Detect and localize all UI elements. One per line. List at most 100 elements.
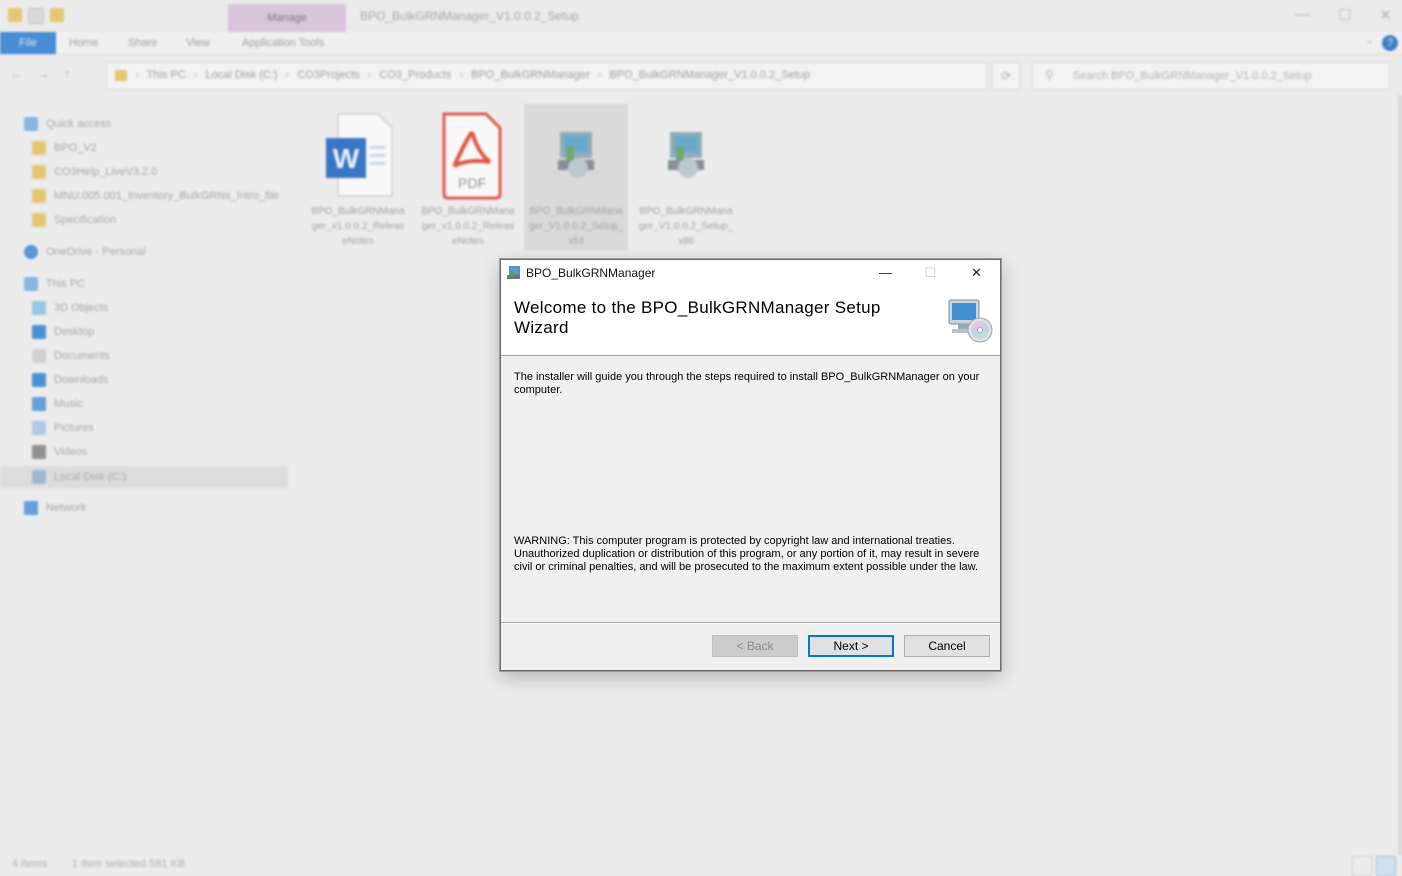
folder-icon <box>32 141 46 155</box>
svg-text:PDF: PDF <box>458 175 486 191</box>
sidebar-item-network[interactable]: Network <box>24 498 86 518</box>
explorer-titlebar: Manage BPO_BulkGRNManager_V1.0.0.2_Setup… <box>0 0 1402 32</box>
sidebar-item-videos[interactable]: Videos <box>32 442 87 462</box>
file-name: BPO_BulkGRNManager_V1.0.0.2_Setup_x64 <box>528 206 624 247</box>
breadcrumb: › This PC › Local Disk (C:) › CO3Projects ›… <box>115 69 810 81</box>
sidebar-item-3d-objects[interactable]: 3D Objects <box>32 298 108 318</box>
breadcrumb-co3-products[interactable]: CO3_Products <box>379 69 451 81</box>
cube-icon <box>32 301 46 315</box>
download-arrow-icon <box>32 373 46 387</box>
minimize-button[interactable]: — <box>863 260 908 286</box>
file-item[interactable]: W BPO_BulkGRNManager_v1.0.0.2_ReleaseNot… <box>306 104 410 250</box>
navigation-buttons: ← → ↑ <box>10 66 71 81</box>
computer-cd-icon <box>948 299 993 343</box>
selection-status: 1 item selected 581 KB <box>72 858 186 870</box>
tab-share[interactable]: Share <box>128 32 157 54</box>
sidebar-item-bpo-v2[interactable]: BPO_V2 <box>32 138 97 158</box>
folder-icon <box>32 189 46 203</box>
sidebar-item-music[interactable]: Music <box>32 394 83 414</box>
refresh-icon[interactable]: ⟳ <box>992 62 1020 90</box>
search-placeholder: Search BPO_BulkGRNManager_V1.0.0.2_Setup <box>1073 70 1312 82</box>
sidebar-item-desktop[interactable]: Desktop <box>32 322 94 342</box>
sidebar-item-local-disk[interactable]: Local Disk (C:) <box>0 466 288 488</box>
chevron-down-icon[interactable]: ⌄ <box>1366 35 1374 46</box>
manage-tab[interactable]: Manage <box>228 4 346 32</box>
properties-icon[interactable] <box>28 8 44 24</box>
tab-view[interactable]: View <box>186 32 210 54</box>
sidebar-item-pictures[interactable]: Pictures <box>32 418 94 438</box>
search-icon: ⚲ <box>1045 68 1054 82</box>
pdf-icon: PDF <box>442 112 502 200</box>
maximize-button: ☐ <box>924 265 937 280</box>
large-icons-view-icon[interactable] <box>1376 856 1396 876</box>
item-count: 4 items <box>12 858 48 870</box>
folder-icon <box>32 213 46 227</box>
file-name: BPO_BulkGRNManager_v1.0.0.2_ReleaseNotes <box>421 206 515 247</box>
address-bar[interactable]: › This PC › Local Disk (C:) › CO3Projects ›… <box>106 62 988 90</box>
wizard-heading: Welcome to the BPO_BulkGRNManager Setup … <box>514 298 881 337</box>
dialog-divider <box>501 622 1000 624</box>
breadcrumb-co3projects[interactable]: CO3Projects <box>297 69 359 81</box>
sidebar-item-onedrive[interactable]: OneDrive - Personal <box>24 242 146 262</box>
sidebar-item-specification[interactable]: Specification <box>32 210 116 230</box>
drive-icon <box>32 470 46 484</box>
back-arrow-icon[interactable]: ← <box>10 66 23 81</box>
breadcrumb-bulkgrnmanager[interactable]: BPO_BulkGRNManager <box>471 69 590 81</box>
close-button[interactable]: ✕ <box>954 260 999 286</box>
new-folder-icon[interactable] <box>50 8 64 22</box>
tab-home[interactable]: Home <box>69 32 98 54</box>
folder-icon[interactable] <box>8 8 22 22</box>
music-note-icon <box>32 397 46 411</box>
tab-file[interactable]: File <box>0 32 56 54</box>
sidebar-item-co3help[interactable]: CO3Help_LiveV3.2.0 <box>32 162 157 182</box>
next-button[interactable]: Next > <box>808 635 894 657</box>
desktop-icon <box>32 325 46 339</box>
intro-text: The installer will guide you through the… <box>514 371 980 396</box>
sidebar-item-downloads[interactable]: Downloads <box>32 370 108 390</box>
sidebar-item-this-pc[interactable]: This PC <box>24 274 85 294</box>
up-arrow-icon[interactable]: ↑ <box>64 66 71 81</box>
close-icon[interactable]: ✕ <box>1379 6 1392 24</box>
cloud-icon <box>24 245 38 259</box>
sidebar-item-documents[interactable]: Documents <box>32 346 110 366</box>
vertical-scrollbar[interactable] <box>1398 95 1402 855</box>
star-icon <box>24 117 38 131</box>
documents-icon <box>32 349 46 363</box>
help-icon[interactable]: ? <box>1382 35 1398 51</box>
file-item-selected[interactable]: BPO_BulkGRNManager_V1.0.0.2_Setup_x64 <box>524 104 628 250</box>
file-name: BPO_BulkGRNManager_V1.0.0.2_Setup_x86 <box>638 206 734 247</box>
forward-arrow-icon[interactable]: → <box>37 66 50 81</box>
sidebar-item-quick-access[interactable]: Quick access <box>24 114 111 134</box>
address-row: ← → ↑ › This PC › Local Disk (C:) › CO3Pro… <box>0 58 1402 92</box>
word-doc-icon: W <box>326 113 393 197</box>
window-title: BPO_BulkGRNManager_V1.0.0.2_Setup <box>360 9 579 23</box>
folder-icon <box>32 165 46 179</box>
search-input[interactable]: ⚲ Search BPO_BulkGRNManager_V1.0.0.2_Set… <box>1032 62 1390 90</box>
installer-app-icon <box>507 266 520 279</box>
window-controls: — ☐ ✕ <box>1295 6 1392 24</box>
folder-icon <box>115 70 127 81</box>
dialog-titlebar[interactable]: BPO_BulkGRNManager — ☐ ✕ <box>501 260 1000 286</box>
breadcrumb-local-disk[interactable]: Local Disk (C:) <box>205 69 277 81</box>
quick-access-toolbar <box>8 8 64 24</box>
tab-application-tools[interactable]: Application Tools <box>242 32 324 54</box>
file-item[interactable]: BPO_BulkGRNManager_V1.0.0.2_Setup_x86 <box>634 104 738 250</box>
dialog-title: BPO_BulkGRNManager <box>526 266 656 280</box>
minimize-icon[interactable]: — <box>1295 6 1310 24</box>
breadcrumb-setup-folder[interactable]: BPO_BulkGRNManager_V1.0.0.2_Setup <box>609 69 810 81</box>
file-name: BPO_BulkGRNManager_v1.0.0.2_ReleaseNotes <box>311 206 405 247</box>
details-view-icon[interactable] <box>1352 856 1372 876</box>
computer-icon <box>24 277 38 291</box>
breadcrumb-this-pc[interactable]: This PC <box>147 69 186 81</box>
wizard-banner: Welcome to the BPO_BulkGRNManager Setup … <box>501 286 1000 356</box>
msi-installer-icon <box>668 132 704 178</box>
setup-wizard-dialog: BPO_BulkGRNManager — ☐ ✕ Welcome to the … <box>500 259 1001 671</box>
msi-installer-icon <box>558 132 594 178</box>
film-icon <box>32 445 46 459</box>
navigation-pane: Quick access BPO_V2 CO3Help_LiveV3.2.0 M… <box>0 112 288 832</box>
view-toggle <box>1352 856 1396 876</box>
sidebar-item-mnu-intro-file[interactable]: MNU.005.001_Inventory_BulkGRNs_Intro_fil… <box>32 186 279 206</box>
file-item[interactable]: PDF BPO_BulkGRNManager_v1.0.0.2_ReleaseN… <box>416 104 520 250</box>
maximize-icon[interactable]: ☐ <box>1338 6 1351 24</box>
cancel-button[interactable]: Cancel <box>904 635 990 657</box>
